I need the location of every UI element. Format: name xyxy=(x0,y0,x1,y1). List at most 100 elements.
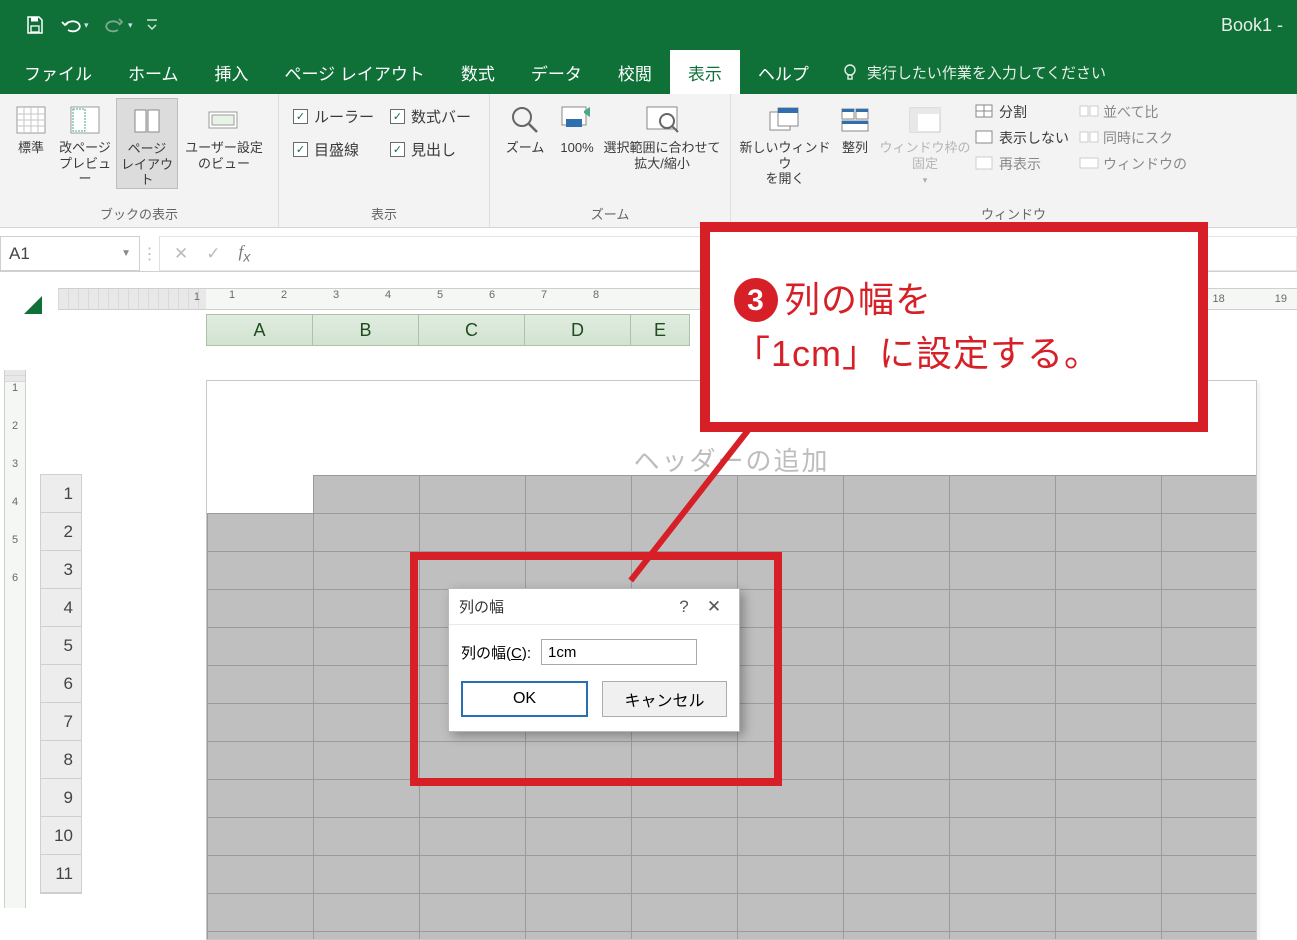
save-icon[interactable] xyxy=(18,8,52,42)
group-label-zoom: ズーム xyxy=(498,202,722,227)
row-header[interactable]: 6 xyxy=(41,665,81,703)
formula-bar-checkbox[interactable]: ✓数式バー xyxy=(390,106,471,127)
group-window: 新しいウィンドウ を開く 整列 ウィンドウ枠の 固定 ▾ 分割 表示しない 再表… xyxy=(731,94,1297,227)
checkbox-checked-icon: ✓ xyxy=(293,142,308,157)
name-box[interactable]: A1 ▼ xyxy=(0,236,140,271)
tab-home[interactable]: ホーム xyxy=(110,50,197,94)
column-header-b[interactable]: B xyxy=(313,315,419,345)
zoom-button[interactable]: ズーム xyxy=(498,98,552,156)
redo-dropdown-icon: ▾ xyxy=(128,20,140,31)
column-width-input[interactable] xyxy=(541,639,697,665)
help-icon[interactable]: ? xyxy=(669,597,699,617)
ribbon-view: 標準 改ページ プレビュー ページ レイアウト ユーザー設定 のビュー ブックの… xyxy=(0,94,1297,228)
side-by-side-icon xyxy=(1079,104,1097,120)
column-header-a[interactable]: A xyxy=(207,315,313,345)
page-break-preview-button[interactable]: 改ページ プレビュー xyxy=(54,98,116,187)
tell-me-placeholder: 実行したい作業を入力してください xyxy=(867,62,1106,83)
page-layout-icon xyxy=(130,105,164,137)
page-layout-view-button[interactable]: ページ レイアウト xyxy=(116,98,178,189)
normal-view-label: 標準 xyxy=(18,140,44,156)
redo-icon xyxy=(98,8,132,42)
zoom-100-icon xyxy=(560,104,594,136)
formula-bar-separator: ⋮ xyxy=(140,236,160,271)
undo-dropdown-icon[interactable]: ▾ xyxy=(84,20,96,31)
ruler-checkbox[interactable]: ✓ルーラー xyxy=(293,106,374,127)
zoom-selection-button[interactable]: 選択範囲に合わせて 拡大/縮小 xyxy=(602,98,722,171)
tab-help[interactable]: ヘルプ xyxy=(740,50,827,94)
row-header[interactable]: 11 xyxy=(41,855,81,893)
arrange-label: 整列 xyxy=(842,140,868,156)
page-layout-label: ページ レイアウト xyxy=(117,141,177,188)
row-header[interactable]: 5 xyxy=(41,627,81,665)
normal-view-button[interactable]: 標準 xyxy=(8,98,54,156)
redo-button: ▾ xyxy=(98,8,140,42)
zoom-label: ズーム xyxy=(506,140,545,156)
undo-icon xyxy=(54,8,88,42)
quick-access-toolbar: ▾ ▾ xyxy=(0,0,162,50)
group-workbook-views: 標準 改ページ プレビュー ページ レイアウト ユーザー設定 のビュー ブックの… xyxy=(0,94,279,227)
tab-page-layout[interactable]: ページ レイアウト xyxy=(267,50,443,94)
chevron-down-icon: ▾ xyxy=(923,175,928,186)
split-button[interactable]: 分割 xyxy=(975,102,1069,122)
active-cell-a1[interactable] xyxy=(207,475,313,513)
custom-views-icon xyxy=(207,104,241,136)
close-icon[interactable]: ✕ xyxy=(699,597,729,617)
new-window-label: 新しいウィンドウ を開く xyxy=(739,140,831,187)
tab-file[interactable]: ファイル xyxy=(6,50,110,94)
row-header[interactable]: 7 xyxy=(41,703,81,741)
freeze-label: ウィンドウ枠の 固定 xyxy=(880,140,971,171)
name-box-value: A1 xyxy=(9,244,30,264)
ok-button[interactable]: OK xyxy=(461,681,588,717)
insert-function-icon[interactable]: fx xyxy=(239,242,251,265)
new-window-icon xyxy=(768,104,802,136)
hide-button[interactable]: 表示しない xyxy=(975,128,1069,148)
row-header[interactable]: 8 xyxy=(41,741,81,779)
reset-pos-icon xyxy=(1079,156,1097,172)
tab-review[interactable]: 校閲 xyxy=(600,50,670,94)
gridlines-checkbox[interactable]: ✓目盛線 xyxy=(293,139,374,160)
row-header[interactable]: 1 xyxy=(41,475,81,513)
column-header-d[interactable]: D xyxy=(525,315,631,345)
dialog-titlebar[interactable]: 列の幅 ? ✕ xyxy=(449,589,739,625)
tab-insert[interactable]: 挿入 xyxy=(197,50,267,94)
tab-formulas[interactable]: 数式 xyxy=(443,50,513,94)
checkbox-checked-icon: ✓ xyxy=(390,142,405,157)
tab-view[interactable]: 表示 xyxy=(670,50,740,94)
row-header[interactable]: 3 xyxy=(41,551,81,589)
row-header[interactable]: 2 xyxy=(41,513,81,551)
hide-icon xyxy=(975,130,993,146)
zoom-100-button[interactable]: 100% xyxy=(552,98,602,156)
group-label-workbook-views: ブックの表示 xyxy=(8,202,270,227)
tell-me-search[interactable]: 実行したい作業を入力してください xyxy=(827,50,1120,94)
row-header[interactable]: 9 xyxy=(41,779,81,817)
chevron-down-icon[interactable]: ▼ xyxy=(121,248,131,259)
reset-window-pos-button: ウィンドウの xyxy=(1079,154,1187,174)
headings-checkbox[interactable]: ✓見出し xyxy=(390,139,471,160)
sync-scroll-icon xyxy=(1079,130,1097,146)
unhide-button: 再表示 xyxy=(975,154,1069,174)
column-width-dialog: 列の幅 ? ✕ 列の幅(C): OK キャンセル xyxy=(448,588,740,732)
custom-views-button[interactable]: ユーザー設定 のビュー xyxy=(178,98,270,171)
column-header-e[interactable]: E xyxy=(631,315,689,345)
undo-button[interactable]: ▾ xyxy=(54,8,96,42)
worksheet-area: 1 1 2 3 4 5 6 7 8 18 19 A B C D E 1 2 3 … xyxy=(0,272,1297,908)
qat-customize-dropdown-icon[interactable] xyxy=(142,8,162,42)
arrange-button[interactable]: 整列 xyxy=(831,98,879,156)
horizontal-ruler-far: 18 19 xyxy=(1213,288,1297,310)
annotation-callout: 3 列の幅を 「1cm」に設定する。 xyxy=(700,222,1208,432)
arrange-icon xyxy=(838,104,872,136)
zoom-icon xyxy=(508,104,542,136)
group-show: ✓ルーラー ✓目盛線 ✓数式バー ✓見出し 表示 xyxy=(279,94,490,227)
column-header-c[interactable]: C xyxy=(419,315,525,345)
vertical-ruler[interactable]: 1 2 3 4 5 6 xyxy=(4,370,26,908)
row-header[interactable]: 10 xyxy=(41,817,81,855)
zoom-100-label: 100% xyxy=(560,140,593,156)
select-all-triangle[interactable] xyxy=(6,290,46,314)
column-headers[interactable]: A B C D E xyxy=(206,314,690,346)
group-zoom: ズーム 100% 選択範囲に合わせて 拡大/縮小 ズーム xyxy=(490,94,731,227)
row-headers[interactable]: 1 2 3 4 5 6 7 8 9 10 11 xyxy=(40,474,82,894)
row-header[interactable]: 4 xyxy=(41,589,81,627)
tab-data[interactable]: データ xyxy=(513,50,600,94)
new-window-button[interactable]: 新しいウィンドウ を開く xyxy=(739,98,831,187)
cancel-button[interactable]: キャンセル xyxy=(602,681,727,717)
